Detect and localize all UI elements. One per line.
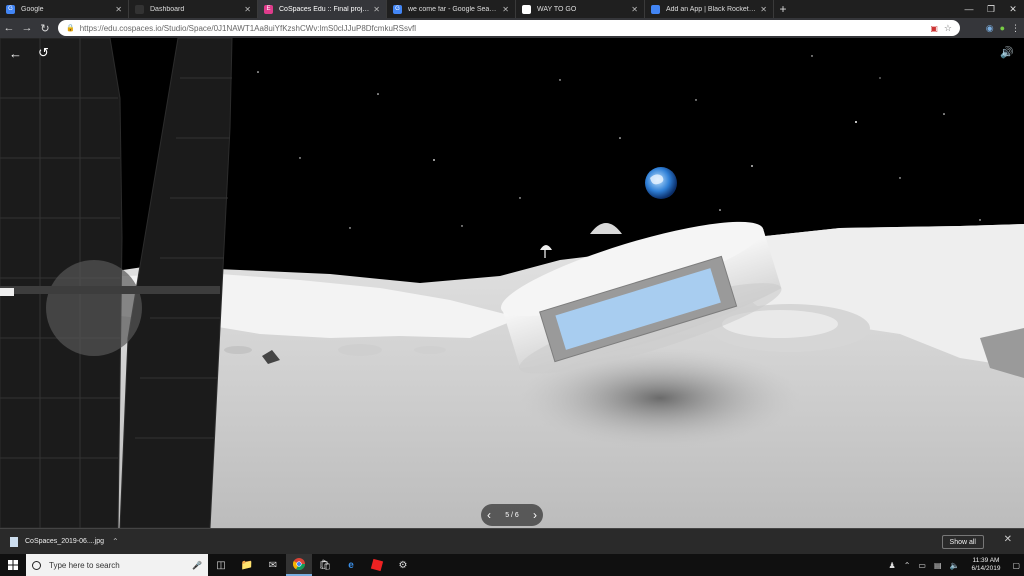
chrome-icon[interactable]: [286, 554, 312, 576]
taskbar-search[interactable]: Type here to search 🎤: [26, 554, 208, 576]
mail-icon[interactable]: ✉: [260, 554, 286, 576]
notifications-icon[interactable]: ▢: [1008, 561, 1024, 570]
minimize-icon[interactable]: —: [958, 0, 980, 18]
tab-favicon-icon: E: [264, 4, 273, 14]
microphone-icon[interactable]: 🎤: [192, 561, 202, 570]
scene-pager: ‹ 5 / 6 ›: [481, 504, 543, 526]
earth: [645, 167, 677, 199]
restore-icon[interactable]: ❐: [980, 0, 1002, 18]
browser-tab[interactable]: E CoSpaces Edu :: Final project ✕: [258, 0, 387, 18]
tab-close-icon[interactable]: ✕: [115, 5, 122, 14]
scene-counter: 5 / 6: [505, 511, 519, 519]
cospaces-viewer[interactable]: ← ↺ 🔊 ‹ 5 / 6 ›: [0, 38, 1024, 528]
translate-icon[interactable]: ▣: [930, 24, 938, 33]
download-item[interactable]: CoSpaces_2019-06....jpg ⌃: [10, 536, 119, 547]
toolbar-extensions: ◉ ● ⋮: [986, 20, 1020, 36]
sound-icon[interactable]: 🔊: [1000, 46, 1014, 59]
menu-icon[interactable]: ⋮: [1011, 23, 1020, 34]
profile-icon[interactable]: ●: [1000, 23, 1005, 33]
tab-favicon-icon: G: [6, 4, 15, 14]
start-button[interactable]: [0, 554, 26, 576]
window-controls: — ❐ ✕: [958, 0, 1024, 18]
close-download-bar-icon[interactable]: ✕: [1004, 534, 1012, 545]
system-tray: ♟ ⌃ ▭ ▤ 🔈 11:39 AM 6/14/2019 ▢: [885, 554, 1024, 576]
tab-close-icon[interactable]: ✕: [244, 5, 251, 14]
download-filename: CoSpaces_2019-06....jpg: [25, 538, 104, 545]
browser-tab[interactable]: Add an App | Black Rocket Arcade ✕: [645, 0, 774, 18]
browser-tab[interactable]: G Google ✕: [0, 0, 129, 18]
exit-arrow-icon[interactable]: ←: [9, 46, 22, 61]
tab-favicon-icon: [135, 4, 144, 14]
roblox-icon[interactable]: [364, 554, 390, 576]
tab-close-icon[interactable]: ✕: [373, 5, 380, 14]
tab-favicon-icon: G: [393, 4, 402, 14]
tab-title: WAY TO GO: [537, 5, 577, 13]
tab-title: we come far - Google Search: [408, 5, 499, 13]
search-placeholder: Type here to search: [49, 560, 120, 570]
close-icon[interactable]: ✕: [1002, 0, 1024, 18]
back-icon[interactable]: ←: [0, 19, 18, 37]
address-bar[interactable]: 🔒 https://edu.cospaces.io/Studio/Space/0…: [58, 20, 960, 36]
chevron-up-icon[interactable]: ⌃: [112, 537, 119, 546]
clock-time: 11:39 AM: [972, 557, 1000, 564]
battery-icon[interactable]: ▭: [914, 561, 930, 570]
prev-scene-button[interactable]: ‹: [487, 508, 491, 522]
volume-icon[interactable]: 🔈: [946, 561, 964, 570]
tab-title: Add an App | Black Rocket Arcade: [666, 5, 756, 13]
clock[interactable]: 11:39 AM 6/14/2019: [964, 557, 1009, 573]
browser-tab[interactable]: Gwe come far - Google Search ✕: [387, 0, 516, 18]
tab-close-icon[interactable]: ✕: [502, 5, 509, 14]
bookmark-star-icon[interactable]: ☆: [944, 23, 952, 34]
forward-icon[interactable]: →: [18, 19, 36, 37]
extension-icon[interactable]: ◉: [986, 23, 994, 34]
file-icon: [10, 536, 18, 547]
url-text[interactable]: https://edu.cospaces.io/Studio/Space/0J1…: [80, 24, 923, 33]
tab-title: CoSpaces Edu :: Final project: [279, 5, 370, 13]
browser-tab[interactable]: Dashboard ✕: [129, 0, 258, 18]
settings-gear-icon[interactable]: ⚙: [390, 554, 416, 576]
tab-close-icon[interactable]: ✕: [631, 5, 638, 14]
lock-icon: 🔒: [66, 25, 75, 32]
starfield: [257, 55, 981, 229]
chrome-logo: [293, 558, 305, 570]
tab-favicon-icon: [522, 4, 531, 14]
screen: G Google ✕ Dashboard ✕ E CoSpaces Edu :: Final…: [0, 0, 1024, 576]
next-scene-button[interactable]: ›: [533, 508, 537, 522]
tab-title: Google: [21, 5, 44, 13]
file-explorer-icon[interactable]: 📁: [234, 554, 260, 576]
people-icon[interactable]: ♟: [885, 561, 900, 570]
search-icon: [32, 560, 41, 570]
edge-icon[interactable]: e: [338, 554, 364, 576]
scene-render: [0, 38, 1024, 528]
show-all-button[interactable]: Show all: [941, 535, 984, 549]
windows-taskbar: Type here to search 🎤 ◫ 📁 ✉ 🛍 e ⚙ ♟ ⌃ ▭ …: [0, 554, 1024, 576]
task-view-icon[interactable]: ◫: [208, 554, 234, 576]
show-hidden-icons-chevron[interactable]: ⌃: [900, 561, 915, 570]
tab-favicon-icon: [651, 4, 660, 14]
windows-logo-icon: [8, 560, 18, 570]
restart-icon[interactable]: ↺: [38, 45, 49, 61]
clock-date: 6/14/2019: [971, 565, 1001, 572]
network-icon[interactable]: ▤: [930, 561, 946, 570]
store-icon[interactable]: 🛍: [312, 554, 338, 576]
reload-icon[interactable]: ↻: [36, 19, 54, 37]
tab-title: Dashboard: [150, 5, 185, 13]
tab-close-icon[interactable]: ✕: [760, 5, 767, 14]
browser-tab[interactable]: WAY TO GO ✕: [516, 0, 645, 18]
download-bar: CoSpaces_2019-06....jpg ⌃ Show all ✕: [0, 528, 1024, 554]
browser-toolbar: ← → ↻ 🔒 https://edu.cospaces.io/Studio/S…: [0, 18, 1024, 38]
new-tab-button[interactable]: +: [774, 0, 792, 18]
tab-strip: G Google ✕ Dashboard ✕ E CoSpaces Edu :: Final…: [0, 0, 1024, 18]
